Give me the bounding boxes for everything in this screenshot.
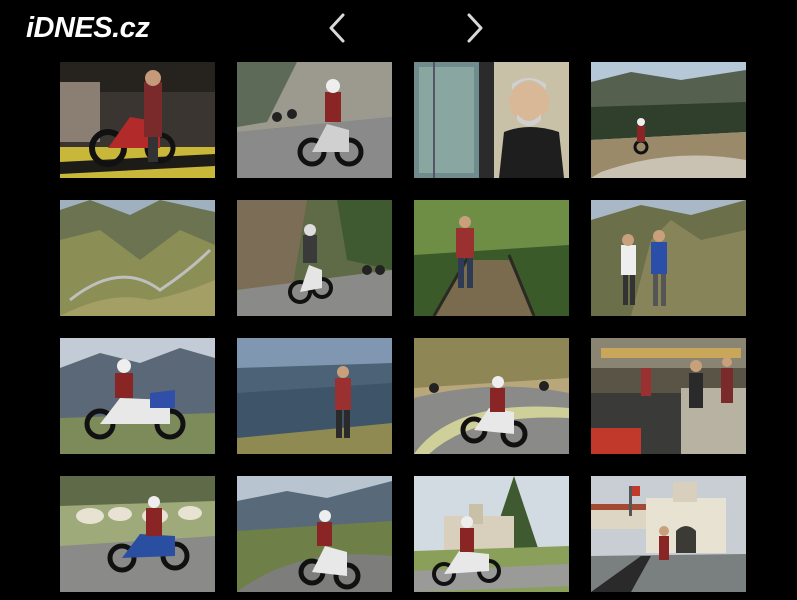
chevron-left-icon bbox=[329, 13, 345, 43]
photo-thumbnail[interactable] bbox=[414, 62, 569, 178]
photo-man-on-bridge bbox=[414, 200, 569, 316]
photo-rider-curve bbox=[414, 338, 569, 454]
photo-man-in-train bbox=[414, 62, 569, 178]
photo-thumbnail[interactable] bbox=[237, 338, 392, 454]
photo-thumbnail[interactable] bbox=[414, 200, 569, 316]
photo-shop-counter bbox=[591, 338, 746, 454]
chevron-right-icon bbox=[467, 13, 483, 43]
photo-thumbnail[interactable] bbox=[60, 476, 215, 592]
photo-thumbnail[interactable] bbox=[237, 62, 392, 178]
photo-city-gate bbox=[591, 476, 746, 592]
photo-thumbnail[interactable] bbox=[591, 62, 746, 178]
photo-thumbnail[interactable] bbox=[414, 476, 569, 592]
photo-thumbnail[interactable] bbox=[237, 476, 392, 592]
gallery-header: iDNES.cz bbox=[0, 0, 797, 58]
photo-rider-sheep bbox=[60, 476, 215, 592]
photo-thumbnail[interactable] bbox=[60, 62, 215, 178]
photo-rider-mountain-view bbox=[60, 338, 215, 454]
photo-rider-highland-road bbox=[237, 476, 392, 592]
photo-mountain-road-valley bbox=[60, 200, 215, 316]
photo-thumbnail[interactable] bbox=[591, 200, 746, 316]
photo-thumbnail[interactable] bbox=[60, 200, 215, 316]
photo-rider-church bbox=[414, 476, 569, 592]
photo-thumbnail[interactable] bbox=[60, 338, 215, 454]
photo-motorcycle-workshop bbox=[60, 62, 215, 178]
photo-rider-gravel-road bbox=[591, 62, 746, 178]
photo-thumbnail[interactable] bbox=[591, 338, 746, 454]
next-button[interactable] bbox=[458, 8, 492, 48]
photo-thumbnail[interactable] bbox=[237, 200, 392, 316]
photo-grid bbox=[60, 62, 746, 592]
photo-thumbnail[interactable] bbox=[591, 476, 746, 592]
photo-two-hikers-valley bbox=[591, 200, 746, 316]
site-logo[interactable]: iDNES.cz bbox=[26, 10, 150, 46]
previous-button[interactable] bbox=[320, 8, 354, 48]
photo-riders-cliff-road bbox=[237, 200, 392, 316]
photo-thumbnail[interactable] bbox=[414, 338, 569, 454]
photo-riders-on-road bbox=[237, 62, 392, 178]
photo-photographer-hill bbox=[237, 338, 392, 454]
